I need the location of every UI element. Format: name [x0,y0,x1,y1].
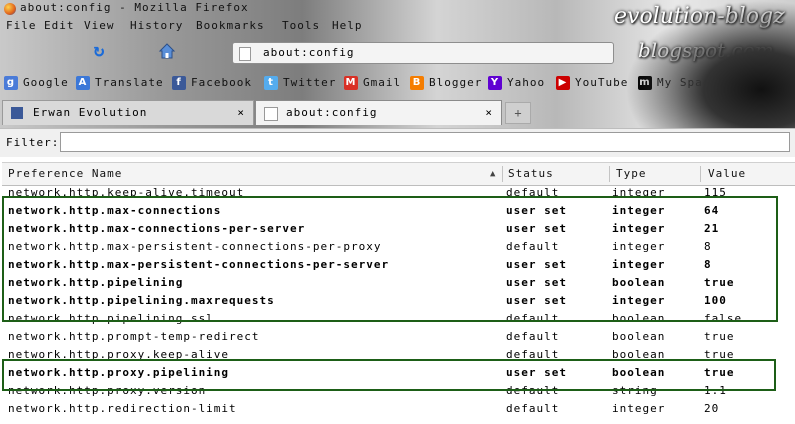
table-row[interactable]: network.http.redirection-limit default int… [0,400,795,418]
pref-value: 20 [704,402,720,415]
menu-edit[interactable]: Edit [44,19,75,32]
column-divider[interactable] [700,166,701,182]
pref-value: true [704,330,735,343]
menu-history[interactable]: History [130,19,183,32]
close-icon[interactable]: × [237,101,245,125]
gmail-icon: M [344,76,358,90]
navigation-bar: ↻ about:config [0,36,795,68]
page-icon [264,107,278,121]
bookmark-blogger[interactable]: B Blogger [410,75,482,91]
filter-input[interactable] [60,132,790,152]
highlight-box-proxy-pipelining [2,359,776,391]
column-preference-name[interactable]: Preference Name [8,163,122,185]
highlight-box-connections [2,196,778,322]
preferences-table: Preference Name ▲ Status Type Value netw… [0,160,795,424]
close-icon[interactable]: × [485,101,493,125]
table-row[interactable]: network.http.prompt-temp-redirect default… [0,328,795,346]
menu-file[interactable]: File [6,19,37,32]
bookmark-myspace[interactable]: m My Space [638,75,718,91]
brand-watermark-line1: evolution-blogz [614,4,785,29]
menu-tools[interactable]: Tools [282,19,320,32]
translate-icon: A [76,76,90,90]
pref-type: boolean [612,330,666,343]
google-icon: g [4,76,18,90]
window-title: about:config - Mozilla Firefox [20,1,249,14]
column-status[interactable]: Status [508,163,554,185]
tab-erwan-evolution[interactable]: Erwan Evolution × [2,100,254,125]
address-text: about:config [263,46,355,59]
facebook-icon: f [172,76,186,90]
title-bar: about:config - Mozilla Firefox [0,0,795,18]
table-header: Preference Name ▲ Status Type Value [2,162,795,186]
reload-icon[interactable]: ↻ [90,42,108,60]
column-divider[interactable] [502,166,503,182]
twitter-icon: t [264,76,278,90]
bookmark-feedo[interactable]: $ Feedo [738,75,795,91]
page-icon [239,47,251,61]
column-type[interactable]: Type [616,163,647,185]
menu-bookmarks[interactable]: Bookmarks [196,19,265,32]
new-tab-icon[interactable]: + [505,102,531,124]
blogger-icon: B [410,76,424,90]
bookmark-google[interactable]: g Google [4,75,69,91]
bookmark-yahoo[interactable]: Y Yahoo [488,75,545,91]
pref-status: default [506,402,560,415]
filter-row: Filter: [0,128,795,157]
tab-label: Erwan Evolution [33,106,148,119]
bookmark-gmail[interactable]: M Gmail [344,75,401,91]
youtube-icon: ▶ [556,76,570,90]
filter-label: Filter: [6,136,60,149]
bookmark-youtube[interactable]: ▶ YouTube [556,75,628,91]
home-icon[interactable] [158,42,176,60]
feedo-icon: $ [738,76,752,90]
pref-status: default [506,330,560,343]
yahoo-icon: Y [488,76,502,90]
pref-name: network.http.redirection-limit [8,402,237,415]
myspace-icon: m [638,76,652,90]
bookmark-translate[interactable]: A Translate [76,75,164,91]
column-divider[interactable] [609,166,610,182]
bookmarks-toolbar: g Google A Translate f Facebook t Twitter MG… [0,72,795,94]
menu-view[interactable]: View [84,19,115,32]
brand-watermark-line2: blogspot.com [638,38,774,62]
browser-chrome: about:config - Mozilla Firefox File Edit… [0,0,795,128]
menu-help[interactable]: Help [332,19,363,32]
pref-name: network.http.prompt-temp-redirect [8,330,260,343]
sort-ascending-icon: ▲ [490,169,496,179]
bookmark-facebook[interactable]: f Facebook [172,75,252,91]
firefox-icon [4,3,16,15]
address-bar[interactable]: about:config [232,42,614,64]
pref-type: integer [612,402,666,415]
column-value[interactable]: Value [708,163,746,185]
tab-about-config[interactable]: about:config × [255,100,502,125]
tab-label: about:config [286,106,378,119]
facebook-icon [11,107,23,119]
bookmark-twitter[interactable]: t Twitter [264,75,336,91]
tab-strip: Erwan Evolution × about:config × + [0,98,795,126]
